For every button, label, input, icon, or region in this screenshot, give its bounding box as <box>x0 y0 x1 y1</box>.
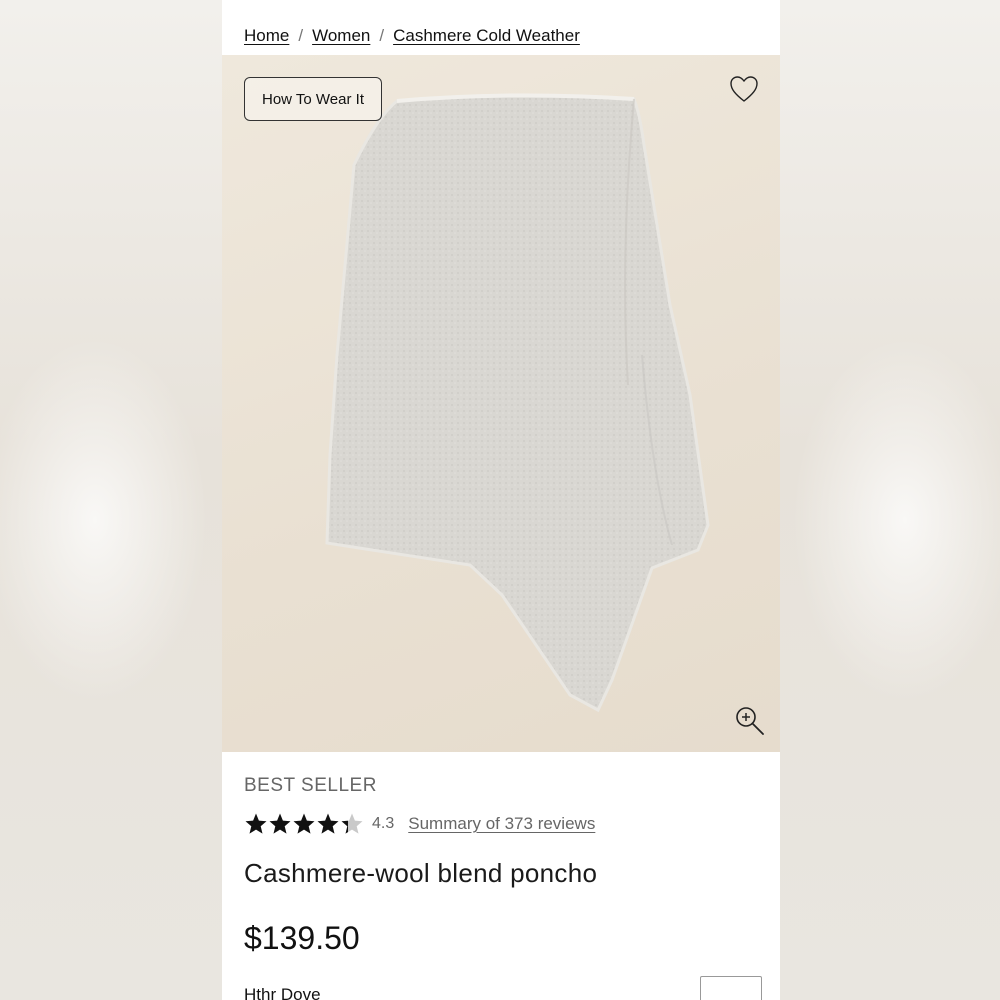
breadcrumb-cashmere-cold-weather[interactable]: Cashmere Cold Weather <box>393 26 580 46</box>
breadcrumb: Home / Women / Cashmere Cold Weather <box>244 24 580 48</box>
rating-value: 4.3 <box>372 815 395 832</box>
star-icon <box>317 813 339 834</box>
heart-outline-icon[interactable] <box>729 75 759 103</box>
poncho-shape <box>325 93 710 713</box>
product-image[interactable]: How To Wear It <box>222 55 780 752</box>
zoom-in-icon[interactable] <box>734 705 766 737</box>
product-price: $139.50 <box>244 920 360 956</box>
reviews-summary-link[interactable]: Summary of 373 reviews <box>408 814 595 834</box>
product-panel: Home / Women / Cashmere Cold Weather How… <box>222 0 780 1000</box>
breadcrumb-separator: / <box>298 26 304 45</box>
star-icon <box>269 813 291 834</box>
rating-row: 4.3 Summary of 373 reviews <box>244 810 595 838</box>
poncho-image <box>325 93 710 713</box>
best-seller-badge: BEST SELLER <box>244 775 377 796</box>
how-to-wear-it-button[interactable]: How To Wear It <box>244 77 382 121</box>
rating-stars <box>244 812 364 836</box>
breadcrumb-separator: / <box>379 26 385 45</box>
star-icon <box>293 813 315 834</box>
breadcrumb-women[interactable]: Women <box>312 26 370 46</box>
star-icon <box>341 813 363 834</box>
product-title: Cashmere-wool blend poncho <box>244 858 598 888</box>
star-icon <box>245 813 267 834</box>
color-swatch[interactable] <box>700 976 762 1000</box>
color-name-label: Hthr Dove <box>244 985 321 1000</box>
breadcrumb-home[interactable]: Home <box>244 26 289 46</box>
